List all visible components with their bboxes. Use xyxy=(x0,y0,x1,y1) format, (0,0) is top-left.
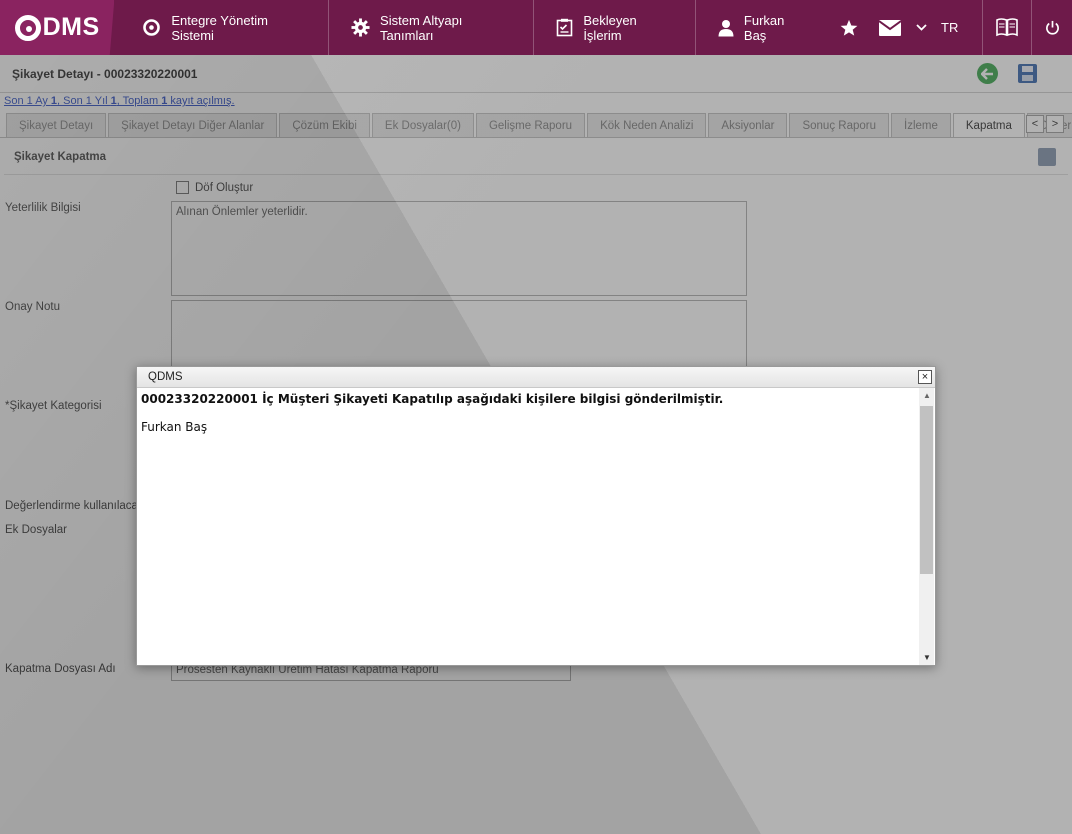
chevron-down-icon xyxy=(916,22,927,34)
language-code: TR xyxy=(941,20,959,35)
mail-envelope-icon[interactable] xyxy=(869,0,910,55)
dialog-scrollbar[interactable]: ▲ ▼ xyxy=(919,388,934,665)
nav-label: Furkan Baş xyxy=(743,12,785,43)
dialog-title: QDMS xyxy=(148,371,183,383)
user-guide-book-icon[interactable] xyxy=(983,0,1032,55)
top-navigation-bar: DMS Entegre Yönetim Sistemi Sistem Altya… xyxy=(0,0,1072,55)
nav-user-profile[interactable]: Furkan Baş xyxy=(696,0,828,55)
gear-icon xyxy=(351,18,370,37)
nav-entegre-yonetim[interactable]: Entegre Yönetim Sistemi xyxy=(114,0,330,55)
scroll-up-arrow-icon[interactable]: ▲ xyxy=(923,391,931,400)
nav-bekleyen-islerim[interactable]: Bekleyen İşlerim xyxy=(534,0,696,55)
nav-label: Entegre Yönetim Sistemi xyxy=(171,12,268,43)
qdms-logo[interactable]: DMS xyxy=(0,0,115,55)
qdms-circle-icon xyxy=(142,18,161,37)
nav-label: Bekleyen İşlerim xyxy=(583,12,637,43)
nav-label: Sistem Altyapı Tanımları xyxy=(380,12,463,43)
user-icon xyxy=(718,19,734,37)
language-selector[interactable]: TR xyxy=(910,0,984,55)
dialog-message: 00023320220001 İç Müşteri Şikayeti Kapat… xyxy=(141,392,724,406)
logo-q-icon xyxy=(14,14,41,41)
close-icon[interactable]: × xyxy=(918,370,932,384)
dialog-header: QDMS × xyxy=(137,367,935,388)
scroll-thumb[interactable] xyxy=(920,406,933,574)
power-logout-icon[interactable] xyxy=(1032,0,1072,55)
logo-text: DMS xyxy=(42,13,100,41)
recipient-name: Furkan Baş xyxy=(141,420,208,434)
info-dialog: QDMS × 00023320220001 İç Müşteri Şikayet… xyxy=(136,366,936,666)
favorites-star-icon[interactable] xyxy=(828,0,869,55)
dialog-body: 00023320220001 İç Müşteri Şikayeti Kapat… xyxy=(137,388,920,665)
nav-sistem-altyapi[interactable]: Sistem Altyapı Tanımları xyxy=(329,0,535,55)
clipboard-icon xyxy=(556,18,573,37)
scroll-down-arrow-icon[interactable]: ▼ xyxy=(923,653,931,662)
